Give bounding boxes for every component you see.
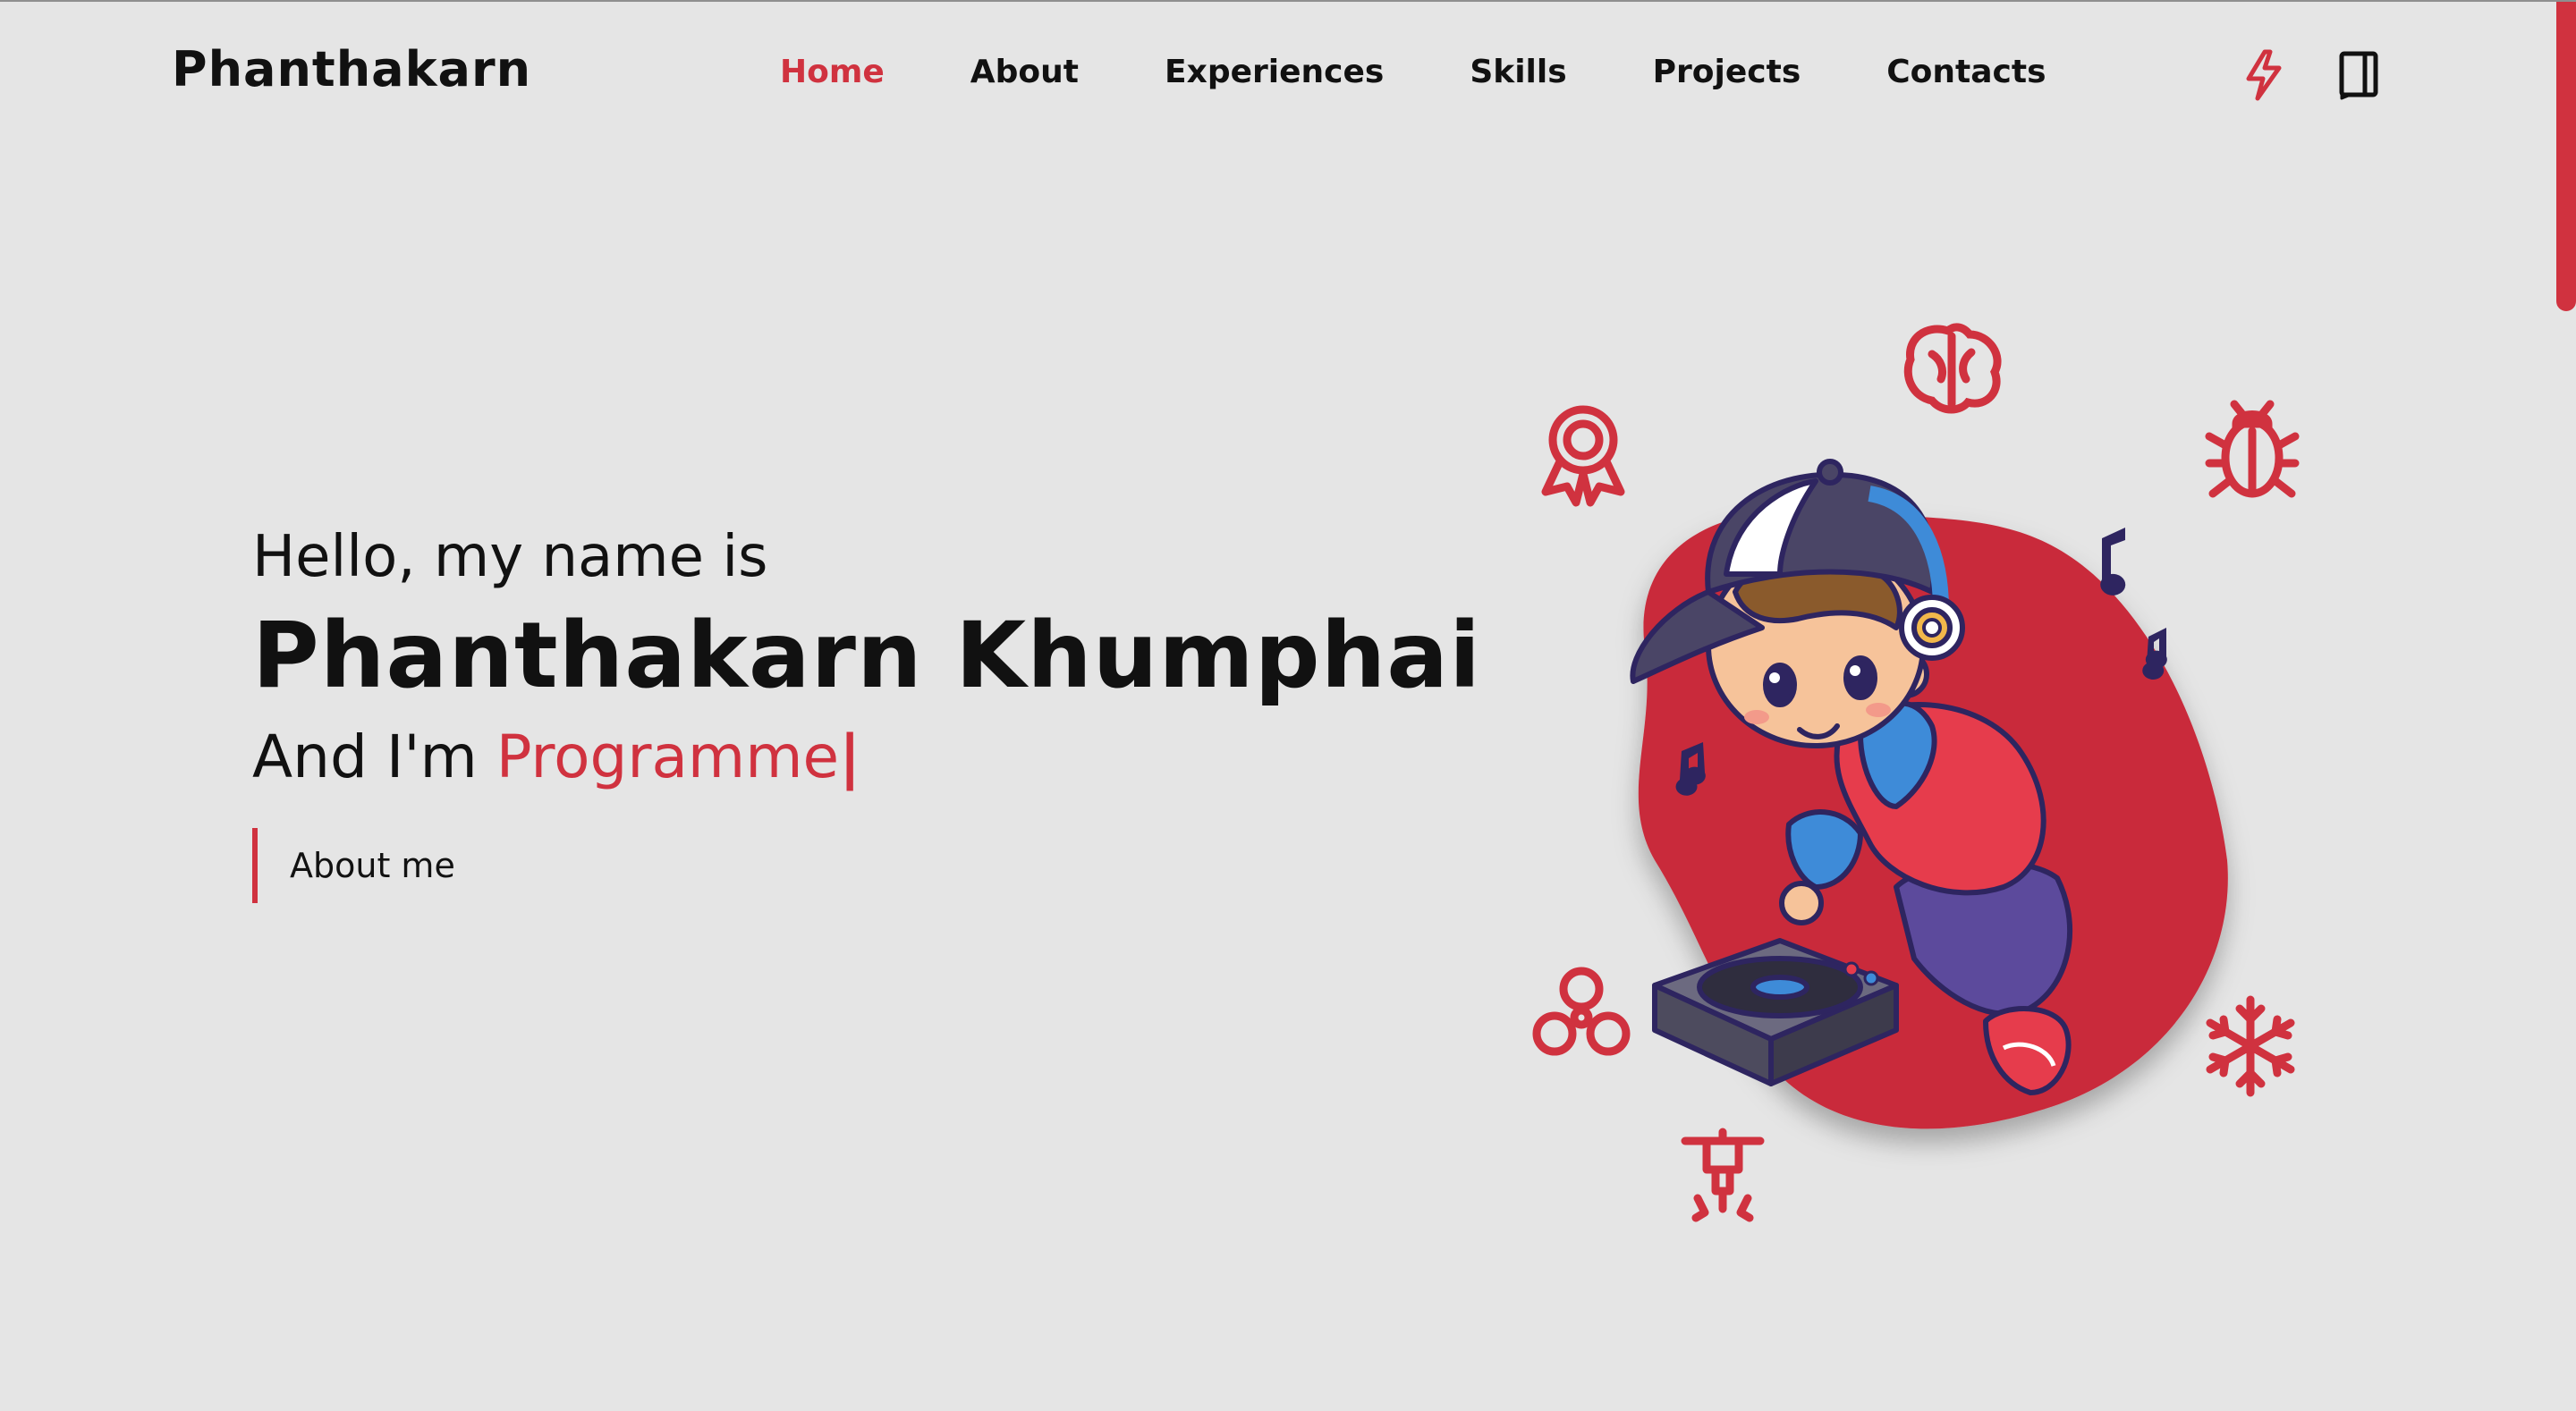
snowflake-icon xyxy=(2206,995,2295,1097)
brain-icon xyxy=(1903,323,2002,414)
award-icon xyxy=(1541,405,1625,507)
site-logo[interactable]: Phanthakarn xyxy=(172,41,531,97)
page: Phanthakarn Home About Experiences Skill… xyxy=(0,0,2576,1411)
hero-name: Phanthakarn Khumphai xyxy=(252,603,1482,709)
nav-projects[interactable]: Projects xyxy=(1653,54,1801,90)
bug-icon xyxy=(2205,400,2300,498)
role-typed-text: Programme xyxy=(496,722,840,791)
lightning-icon[interactable] xyxy=(2240,48,2290,102)
greeting-text: Hello, my name is xyxy=(252,524,768,590)
role-line: And I'm Programme| xyxy=(252,722,860,791)
nav-about[interactable]: About xyxy=(970,54,1079,90)
fidget-spinner-icon xyxy=(1532,967,1631,1056)
about-me-button[interactable]: About me xyxy=(252,828,455,903)
book-icon[interactable] xyxy=(2334,48,2385,102)
nav-experiences[interactable]: Experiences xyxy=(1165,54,1384,90)
role-prefix: And I'm xyxy=(252,722,478,791)
main-nav: Home About Experiences Skills Projects C… xyxy=(780,54,2046,90)
hero-illustration xyxy=(1532,323,2300,1222)
nav-contacts[interactable]: Contacts xyxy=(1886,54,2046,90)
scrollbar-thumb[interactable] xyxy=(2556,2,2576,311)
jackhammer-icon xyxy=(1681,1128,1765,1222)
nav-skills[interactable]: Skills xyxy=(1470,54,1566,90)
nav-home[interactable]: Home xyxy=(780,54,885,90)
typing-caret: | xyxy=(839,722,861,791)
